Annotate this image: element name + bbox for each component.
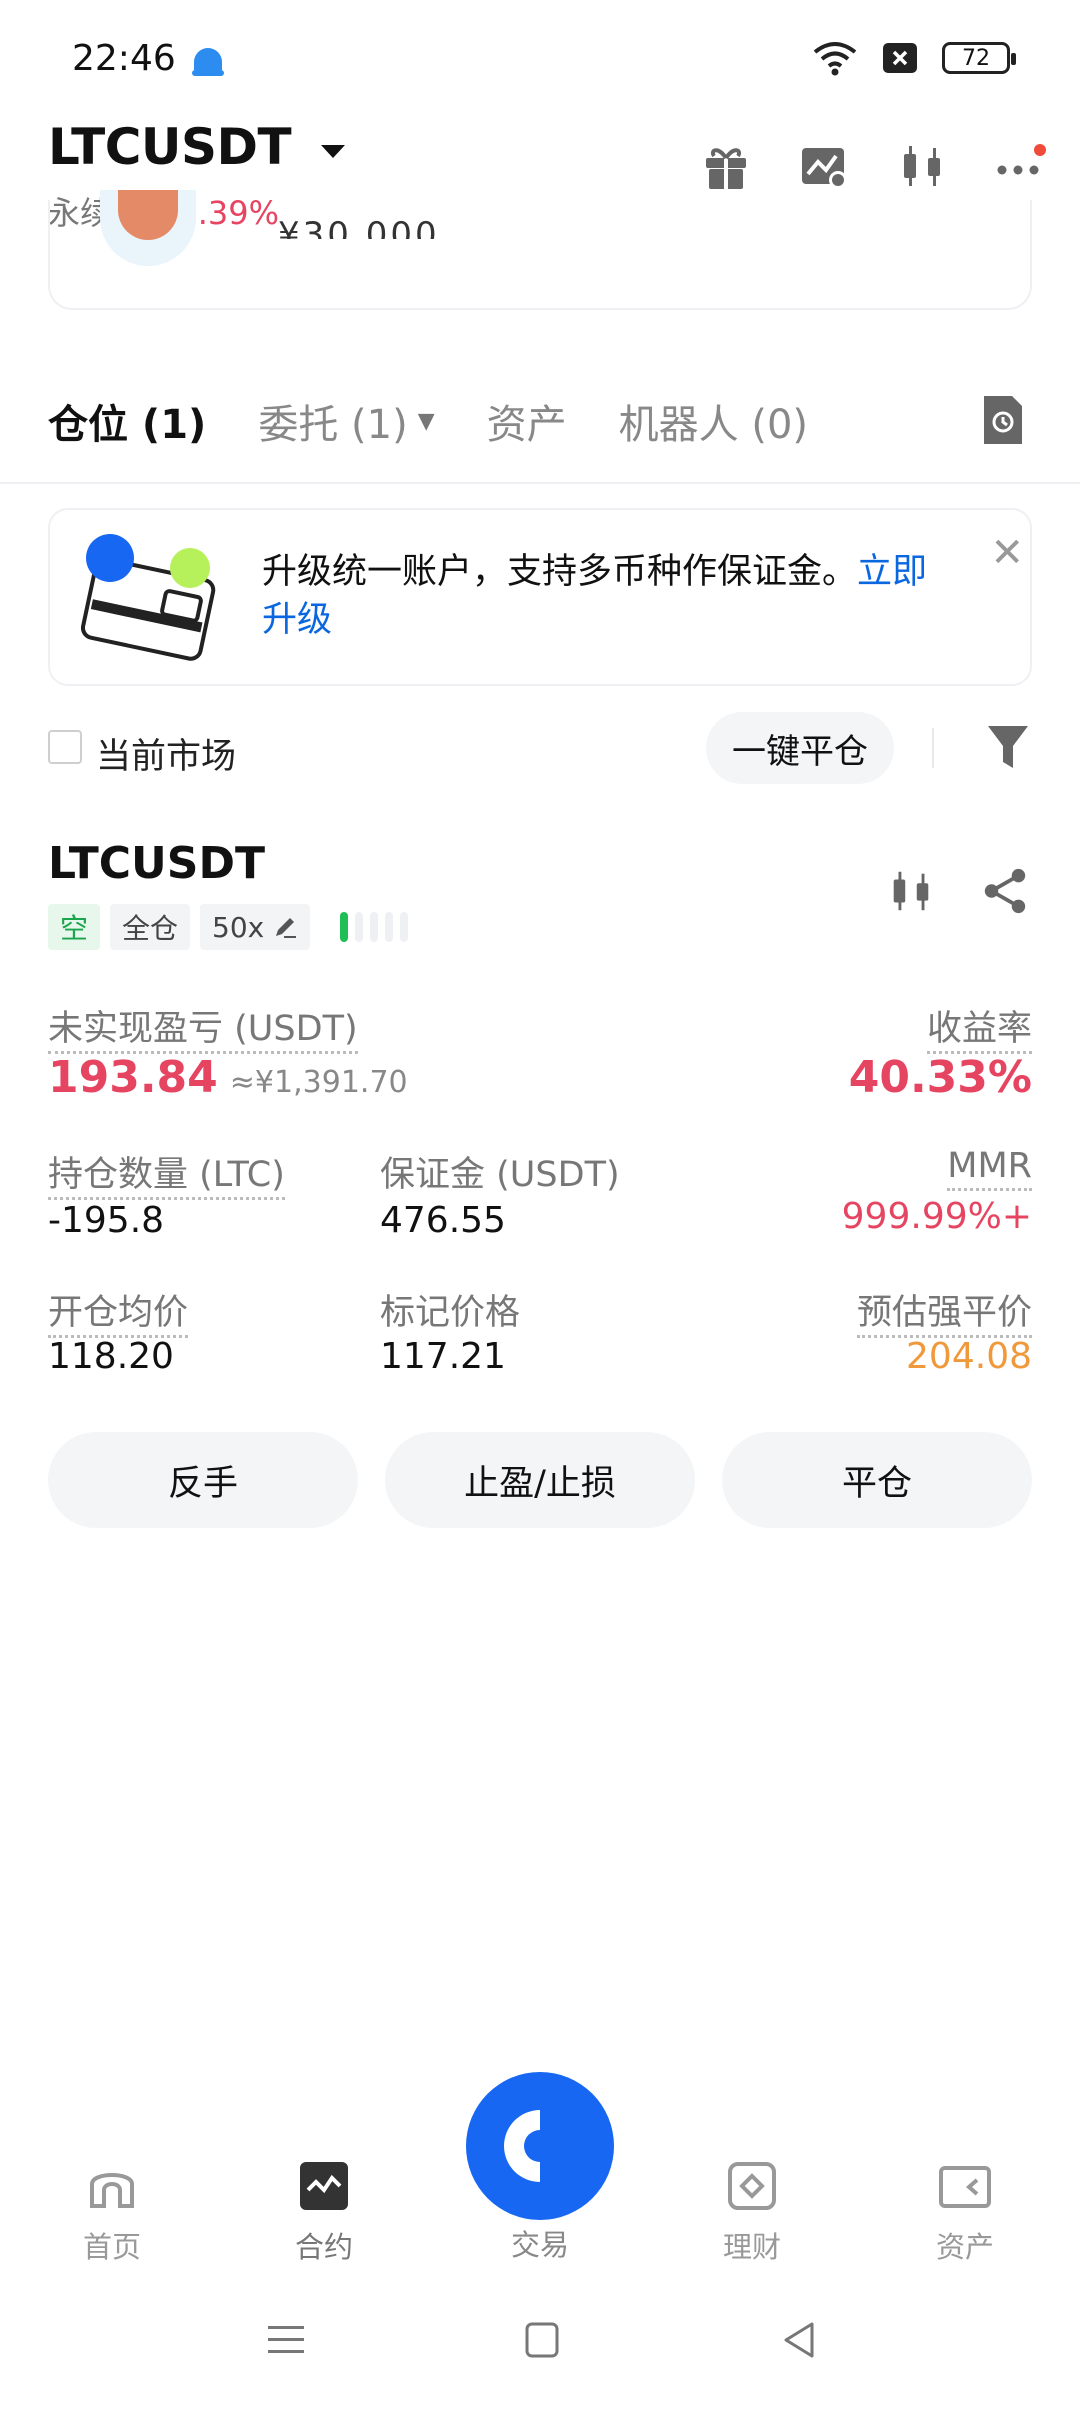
no-sim-icon: [883, 43, 917, 73]
candlestick-icon[interactable]: [886, 866, 936, 916]
leverage-badge[interactable]: 50x: [200, 904, 311, 950]
mmr-block: MMR: [947, 1146, 1032, 1191]
margin-label: 保证金 (USDT): [380, 1155, 620, 1195]
back-icon[interactable]: [780, 2320, 820, 2360]
candlestick-icon[interactable]: [896, 140, 948, 192]
margin-mode-badge[interactable]: 全仓: [110, 904, 191, 950]
current-market-label: 当前市场: [96, 737, 237, 777]
liquidation-price-label[interactable]: 预估强平价: [856, 1293, 1032, 1338]
unrealized-pnl-values: 193.84 ≈¥1,391.70: [48, 1052, 408, 1103]
roe-value: 40.33%: [848, 1052, 1032, 1103]
entry-price-label[interactable]: 开仓均价: [48, 1293, 189, 1338]
current-market-checkbox[interactable]: [48, 730, 82, 764]
position-tags: 空 全仓 50x: [48, 904, 409, 950]
earn-icon: [728, 2162, 776, 2210]
nav-assets[interactable]: 资产: [895, 2160, 1035, 2266]
unrealized-pnl-label[interactable]: 未实现盈亏 (USDT): [48, 1009, 358, 1054]
status-right: 72: [812, 40, 1016, 76]
unrealized-pnl-value: 193.84: [48, 1052, 218, 1103]
gift-icon[interactable]: [700, 140, 752, 192]
status-time: 22:46: [72, 38, 176, 79]
card-peek-text: ¥30,000: [278, 215, 440, 239]
close-icon[interactable]: ✕: [990, 530, 1024, 576]
margin-value: 476.55: [380, 1200, 506, 1241]
divider: [932, 728, 934, 768]
risk-level-bars: [340, 912, 409, 942]
wallet-icon: [939, 2166, 991, 2208]
mmr-value: 999.99%+: [841, 1196, 1032, 1237]
app-notification-icon: [192, 48, 224, 76]
size-label[interactable]: 持仓数量 (LTC): [48, 1155, 285, 1200]
chart-settings-icon[interactable]: [798, 140, 850, 192]
mmr-label[interactable]: MMR: [947, 1146, 1032, 1191]
nav-earn[interactable]: 理财: [682, 2160, 822, 2266]
home-square-icon[interactable]: [524, 2320, 560, 2360]
banner-message: 升级统一账户，支持多币种作保证金。立即升级: [262, 548, 962, 644]
nav-home[interactable]: 首页: [42, 2160, 182, 2266]
battery-indicator: 72: [942, 42, 1016, 74]
size-block: 持仓数量 (LTC): [48, 1146, 285, 1200]
mark-block: 标记价格: [380, 1284, 520, 1335]
close-all-button[interactable]: 一键平仓: [706, 712, 894, 784]
order-history-icon[interactable]: [980, 394, 1026, 446]
mark-price-value: 117.21: [380, 1336, 506, 1377]
header-actions: [700, 140, 1046, 192]
futures-icon: [300, 2162, 348, 2210]
position-tabs: 仓位 (1) 委托 (1) ▼ 资产 机器人 (0): [48, 392, 860, 450]
liq-block: 预估强平价: [856, 1284, 1032, 1338]
size-value: -195.8: [48, 1200, 165, 1241]
margin-block: 保证金 (USDT): [380, 1146, 620, 1197]
entry-block: 开仓均价: [48, 1284, 189, 1338]
tab-orders[interactable]: 委托 (1) ▼: [258, 392, 434, 450]
symbol-selector[interactable]: LTCUSDT: [48, 118, 348, 176]
tab-bots[interactable]: 机器人 (0): [619, 392, 808, 450]
side-badge: 空: [48, 904, 101, 950]
trade-fab-button[interactable]: [466, 2072, 614, 2220]
roe-block: 收益率: [926, 1000, 1032, 1054]
filter-icon[interactable]: [986, 722, 1030, 772]
unrealized-pnl-block: 未实现盈亏 (USDT): [48, 1000, 358, 1054]
unrealized-pnl-cny: ≈¥1,391.70: [229, 1065, 408, 1100]
home-icon: [90, 2173, 134, 2208]
reverse-button[interactable]: 反手: [48, 1432, 358, 1528]
share-icon[interactable]: [980, 866, 1030, 916]
roe-label[interactable]: 收益率: [926, 1009, 1032, 1054]
position-actions: [886, 866, 1030, 916]
liquidation-price-value: 204.08: [906, 1336, 1032, 1377]
entry-price-value: 118.20: [48, 1336, 174, 1377]
tab-assets[interactable]: 资产: [487, 392, 567, 450]
caret-down-icon: ▼: [417, 408, 435, 434]
banner-text: 升级统一账户，支持多币种作保证金。: [262, 552, 858, 592]
tpsl-button[interactable]: 止盈/止损: [385, 1432, 695, 1528]
caret-down-icon: [321, 144, 346, 158]
tab-positions[interactable]: 仓位 (1): [48, 392, 206, 450]
mark-price-label: 标记价格: [380, 1293, 521, 1333]
symbol-title: LTCUSDT: [48, 118, 292, 176]
edit-icon: [276, 918, 297, 938]
menu-icon[interactable]: [266, 2320, 306, 2360]
position-symbol[interactable]: LTCUSDT: [48, 838, 265, 889]
nav-trade-label[interactable]: 交易: [470, 2222, 610, 2264]
more-icon[interactable]: [994, 140, 1046, 192]
close-position-button[interactable]: 平仓: [722, 1432, 1032, 1528]
tab-divider: [0, 482, 1080, 484]
trade-icon: [504, 2110, 576, 2182]
wifi-icon: [813, 42, 857, 76]
nav-futures[interactable]: 合约: [254, 2160, 394, 2266]
wallet-illustration-icon: [80, 534, 216, 661]
